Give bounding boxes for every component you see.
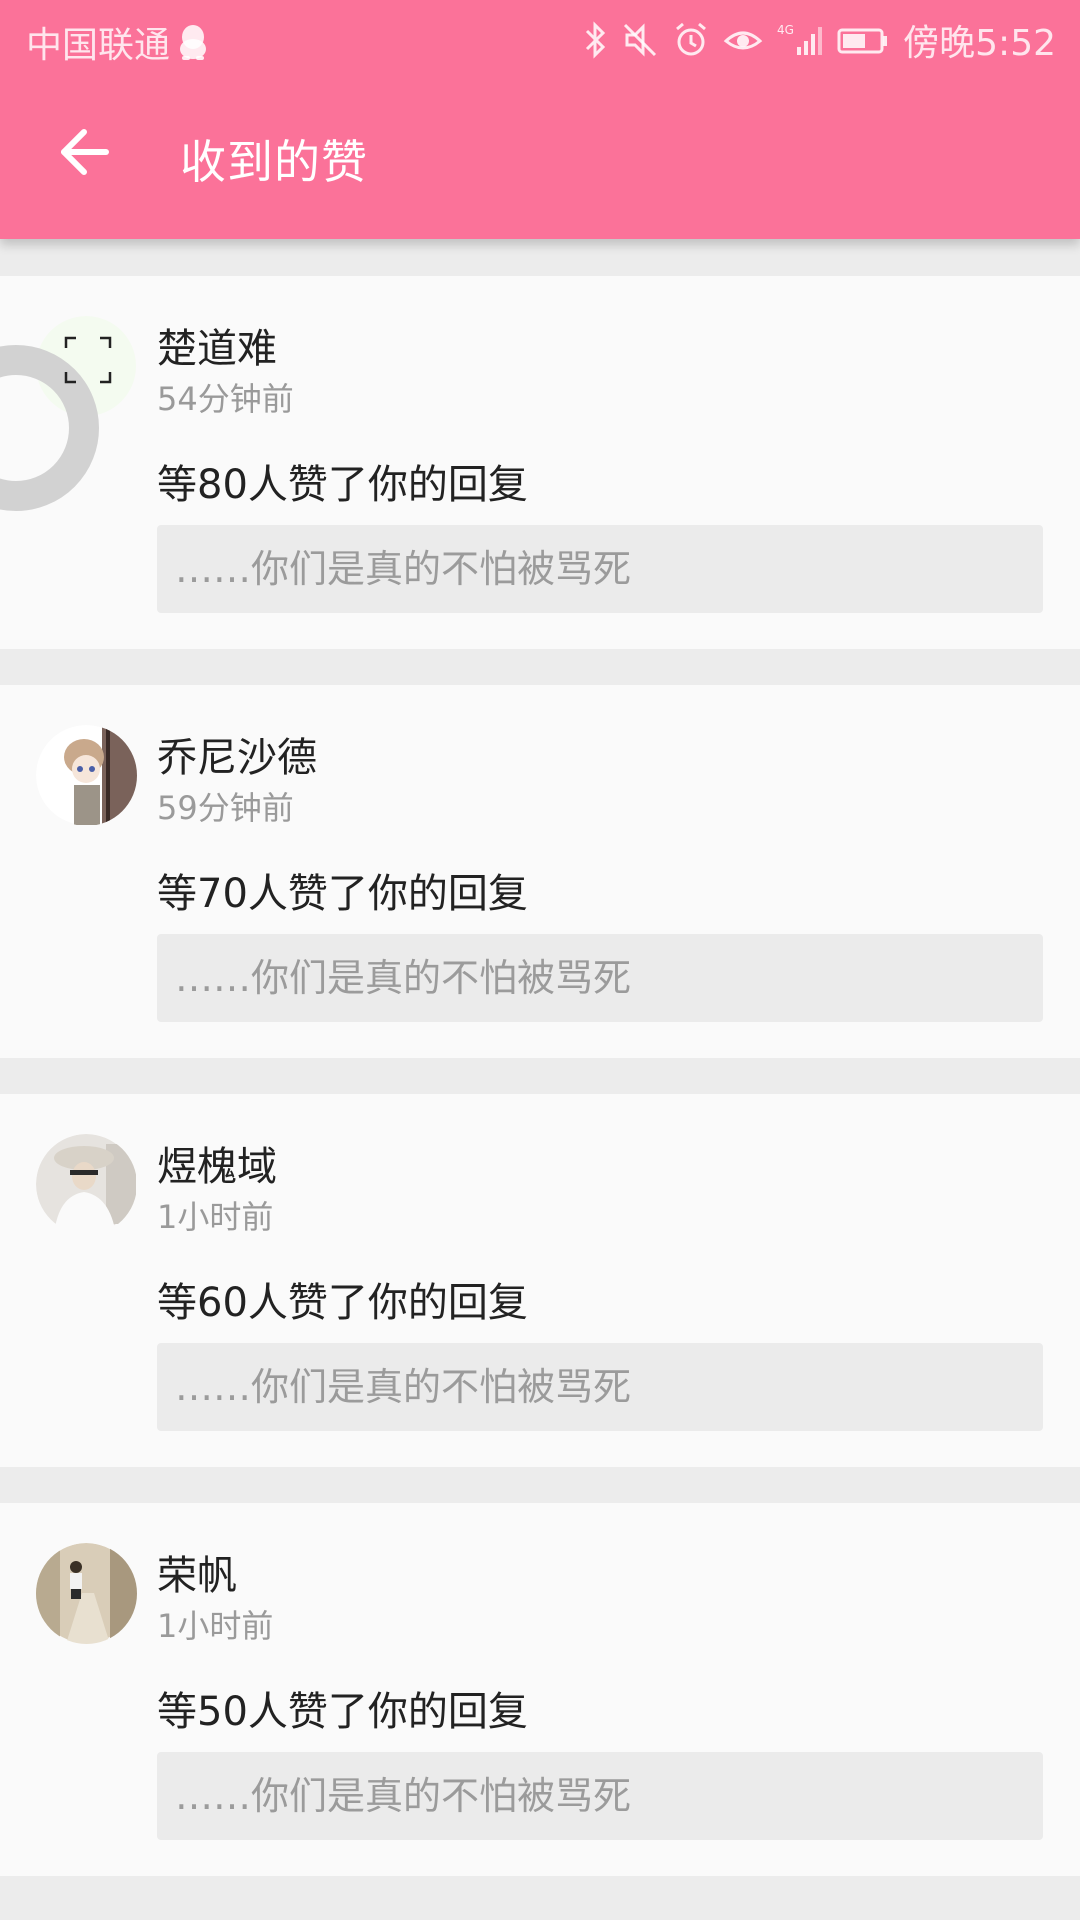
quoted-reply[interactable]: ……你们是真的不怕被骂死 — [157, 934, 1043, 1022]
carrier-label: 中国联通 — [26, 25, 171, 66]
notification-card[interactable]: 煜槐域 1小时前 等60人赞了你的回复 ……你们是真的不怕被骂死 — [0, 1094, 1080, 1467]
carrier-group: 中国联通 — [26, 16, 210, 68]
signal-icon: 4G — [777, 23, 823, 55]
eye-comfort-icon — [723, 31, 763, 50]
avatar[interactable] — [36, 1134, 137, 1235]
timestamp: 59分钟前 — [157, 789, 294, 827]
like-summary: 等50人赞了你的回复 — [157, 1689, 528, 1735]
status-icons: 4G 傍晚5:52 — [583, 14, 1056, 66]
alarm-icon — [676, 22, 707, 56]
quoted-reply[interactable]: ……你们是真的不怕被骂死 — [157, 525, 1043, 613]
notification-card[interactable]: 乔尼沙德 59分钟前 等70人赞了你的回复 ……你们是真的不怕被骂死 — [0, 685, 1080, 1058]
timestamp: 1小时前 — [157, 1198, 274, 1236]
user-name[interactable]: 煜槐域 — [157, 1134, 277, 1192]
back-button[interactable] — [44, 112, 124, 192]
top-bar: 中国联通 4G 傍晚5:52 收到的赞 — [0, 0, 1080, 239]
avatar-photo-image — [36, 1134, 136, 1235]
quoted-reply[interactable]: ……你们是真的不怕被骂死 — [157, 1752, 1043, 1840]
page-title: 收到的赞 — [180, 135, 368, 189]
notification-card[interactable]: 荣帆 1小时前 等50人赞了你的回复 ……你们是真的不怕被骂死 — [0, 1503, 1080, 1876]
qq-penguin-icon — [180, 25, 207, 60]
like-summary: 等70人赞了你的回复 — [157, 871, 528, 917]
avatar-street-image — [36, 1543, 137, 1644]
status-bar: 中国联通 4G 傍晚5:52 — [0, 0, 1080, 76]
user-name[interactable]: 乔尼沙德 — [157, 725, 317, 783]
user-name[interactable]: 楚道难 — [157, 316, 277, 374]
avatar[interactable] — [36, 725, 137, 826]
scan-frame-icon — [64, 336, 112, 384]
arrow-left-icon — [61, 129, 109, 175]
user-name[interactable]: 荣帆 — [157, 1543, 237, 1601]
avatar-anime-image — [36, 725, 137, 826]
timestamp: 1小时前 — [157, 1607, 274, 1645]
notification-card[interactable]: 楚道难 54分钟前 等80人赞了你的回复 ……你们是真的不怕被骂死 — [0, 276, 1080, 649]
mute-icon — [624, 23, 657, 57]
avatar[interactable] — [36, 1543, 137, 1644]
clock-label: 傍晚5:52 — [903, 23, 1056, 64]
battery-icon — [837, 28, 888, 54]
notification-list: 楚道难 54分钟前 等80人赞了你的回复 ……你们是真的不怕被骂死 乔尼沙德 5… — [0, 276, 1080, 1912]
network-type-label: 4G — [777, 23, 794, 37]
app-bar: 收到的赞 — [0, 76, 1080, 239]
timestamp: 54分钟前 — [157, 380, 294, 418]
like-summary: 等60人赞了你的回复 — [157, 1280, 528, 1326]
like-summary: 等80人赞了你的回复 — [157, 462, 528, 508]
quoted-reply[interactable]: ……你们是真的不怕被骂死 — [157, 1343, 1043, 1431]
bluetooth-icon — [586, 21, 606, 59]
